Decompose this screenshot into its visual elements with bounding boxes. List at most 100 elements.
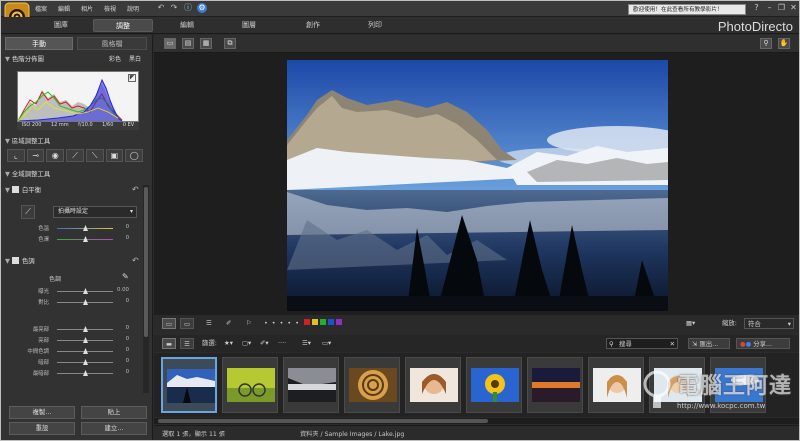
filter-more-icon[interactable]: ···· bbox=[278, 338, 286, 349]
color-label-picker[interactable] bbox=[304, 318, 343, 329]
menu-photo[interactable]: 相片 bbox=[81, 4, 93, 13]
settings-icon[interactable]: ⚙ bbox=[197, 3, 207, 13]
slider-exposure[interactable]: 曝光 0.00 bbox=[5, 287, 135, 295]
eyedropper-icon[interactable]: ⟋ bbox=[21, 205, 35, 219]
tone-checkbox[interactable] bbox=[11, 257, 19, 264]
close-icon[interactable]: ✕ bbox=[788, 3, 799, 14]
erase-icon[interactable]: ✐ bbox=[226, 318, 231, 329]
zoom-select[interactable]: 符合 ▾ bbox=[744, 318, 794, 329]
grid-view-icon[interactable]: ▦ bbox=[200, 38, 212, 49]
tab-manual[interactable]: 手動 bbox=[5, 37, 73, 50]
panel-scrollbar[interactable] bbox=[143, 185, 149, 393]
rating-dots[interactable]: • • • • • bbox=[264, 318, 300, 329]
red-eye-icon[interactable]: ◉ bbox=[46, 149, 65, 162]
sort-order-icon[interactable]: ☰▾ bbox=[302, 338, 311, 349]
crop-icon[interactable]: ⌞ bbox=[7, 149, 25, 162]
green-label-icon[interactable] bbox=[320, 319, 327, 325]
filter-rating-icon[interactable]: ★▾ bbox=[224, 338, 233, 349]
white-balance-checkbox[interactable] bbox=[11, 186, 19, 193]
thumbnail-spiral[interactable] bbox=[344, 357, 400, 413]
menu-edit[interactable]: 編輯 bbox=[58, 4, 70, 13]
share-button[interactable]: ●● 分享... bbox=[736, 338, 790, 349]
slider-whites[interactable]: 最亮部 0 bbox=[5, 325, 135, 333]
yellow-label-icon[interactable] bbox=[312, 319, 319, 325]
slider-tint[interactable]: 色澤 0 bbox=[5, 235, 135, 243]
filter-color-icon[interactable]: ✐▾ bbox=[260, 338, 269, 349]
tone-header[interactable]: ▼ 色調 bbox=[5, 256, 35, 266]
tab-editing[interactable]: 編輯 bbox=[157, 19, 217, 32]
spot-removal-icon[interactable]: ⊸ bbox=[26, 149, 45, 162]
panel-scrollbar-thumb[interactable] bbox=[144, 187, 148, 337]
info-icon[interactable]: ⓘ bbox=[183, 3, 193, 13]
regional-tools-header[interactable]: ▼ 區域調整工具 bbox=[5, 136, 50, 146]
filmstrip-scrollbar-thumb[interactable] bbox=[158, 419, 488, 423]
gradient-brush-icon[interactable]: ⟍ bbox=[85, 149, 104, 162]
tab-adjust[interactable]: 調整 bbox=[93, 19, 153, 32]
help-icon[interactable]: ? bbox=[751, 3, 762, 14]
bw-mode-button[interactable]: 黑白 bbox=[129, 54, 141, 63]
redo-icon[interactable]: ↷ bbox=[169, 3, 179, 13]
slider-contrast[interactable]: 對比 0 bbox=[5, 298, 135, 306]
thumbnail-lake[interactable] bbox=[161, 357, 217, 413]
thumbnail-sunflower[interactable] bbox=[466, 357, 522, 413]
slider-temperature[interactable]: 色溫 0 bbox=[5, 224, 135, 232]
hand-tool-icon[interactable]: ✋ bbox=[778, 38, 790, 49]
purple-label-icon[interactable] bbox=[336, 319, 343, 325]
clear-search-icon[interactable]: ✕ bbox=[670, 339, 675, 350]
thumbnail-woman[interactable] bbox=[588, 357, 644, 413]
tab-layers[interactable]: 圖層 bbox=[219, 19, 279, 32]
clipping-warning-icon[interactable]: ◤ bbox=[128, 74, 136, 82]
histogram-header[interactable]: ▼ 色階分佈圖 bbox=[5, 54, 44, 64]
main-photo[interactable] bbox=[287, 60, 668, 311]
color-mode-button[interactable]: 彩色 bbox=[109, 54, 121, 63]
slider-highlights[interactable]: 亮部 0 bbox=[5, 336, 135, 344]
undo-icon[interactable]: ↶ bbox=[156, 3, 166, 13]
restore-icon[interactable]: ❐ bbox=[776, 3, 787, 14]
menu-file[interactable]: 檔案 bbox=[35, 4, 47, 13]
single-view-icon[interactable]: ▭ bbox=[164, 38, 176, 49]
thumbnail-bicycle[interactable] bbox=[222, 357, 278, 413]
thumbnail-shore[interactable] bbox=[283, 357, 339, 413]
compare-small-icon[interactable]: ▭ bbox=[180, 318, 194, 329]
slider-blacks[interactable]: 最暗部 0 bbox=[5, 369, 135, 377]
filmstrip-options-icon[interactable]: ▦▾ bbox=[686, 318, 695, 329]
tab-style[interactable]: 風格檔 bbox=[77, 37, 147, 50]
reset-button[interactable]: 重設 bbox=[9, 422, 75, 435]
blue-label-icon[interactable] bbox=[328, 319, 335, 325]
thumbnail-portrait[interactable] bbox=[405, 357, 461, 413]
list-view-icon[interactable]: ☰ bbox=[180, 338, 194, 349]
red-label-icon[interactable] bbox=[304, 319, 310, 325]
create-preset-button[interactable]: 建立... bbox=[81, 422, 147, 435]
brush-icon[interactable]: ⟋ bbox=[66, 149, 84, 162]
paste-button[interactable]: 貼上 bbox=[81, 406, 147, 419]
minimize-icon[interactable]: – bbox=[764, 3, 775, 14]
notification-banner[interactable]: 歡迎使用！在此查看所有教學影片！ bbox=[628, 4, 746, 15]
menu-help[interactable]: 說明 bbox=[127, 4, 139, 13]
pin-icon[interactable]: ✎ bbox=[122, 272, 129, 281]
copy-button[interactable]: 複製... bbox=[9, 406, 75, 419]
export-button[interactable]: ⇲ 匯出... bbox=[688, 338, 730, 349]
global-tools-header[interactable]: ▼ 全域調整工具 bbox=[5, 169, 50, 179]
white-balance-header[interactable]: ▼ 白平衡 bbox=[5, 185, 41, 195]
filmstrip-view-icon[interactable]: ▬ bbox=[162, 338, 176, 349]
slider-shadows[interactable]: 暗部 0 bbox=[5, 358, 135, 366]
thumbnail-sunset[interactable] bbox=[527, 357, 583, 413]
reset-white-balance-icon[interactable]: ↶ bbox=[132, 185, 139, 194]
zoom-tool-icon[interactable]: ⚲ bbox=[760, 38, 772, 49]
radial-filter-icon[interactable]: ◯ bbox=[125, 149, 144, 162]
menu-view[interactable]: 檢視 bbox=[104, 4, 116, 13]
compare-view-icon[interactable]: ▤ bbox=[182, 38, 194, 49]
tab-create[interactable]: 創作 bbox=[283, 19, 343, 32]
flag-icon[interactable]: ⚐ bbox=[246, 318, 252, 329]
sort-icon[interactable]: ☰ bbox=[206, 318, 212, 329]
slider-midtones[interactable]: 中間色調 0 bbox=[5, 347, 135, 355]
filter-flag-icon[interactable]: ▢▾ bbox=[242, 338, 251, 349]
white-balance-select[interactable]: 拍攝時設定 ▾ bbox=[53, 206, 137, 218]
graduated-filter-icon[interactable]: ▣ bbox=[105, 149, 124, 162]
reset-tone-icon[interactable]: ↶ bbox=[132, 256, 139, 265]
tab-print[interactable]: 列印 bbox=[345, 19, 405, 32]
single-view-small-icon[interactable]: ▭ bbox=[162, 318, 176, 329]
tab-library[interactable]: 圖庫 bbox=[31, 19, 91, 32]
fullscreen-icon[interactable]: ⧉ bbox=[224, 38, 236, 49]
group-icon[interactable]: ▭▾ bbox=[322, 338, 331, 349]
